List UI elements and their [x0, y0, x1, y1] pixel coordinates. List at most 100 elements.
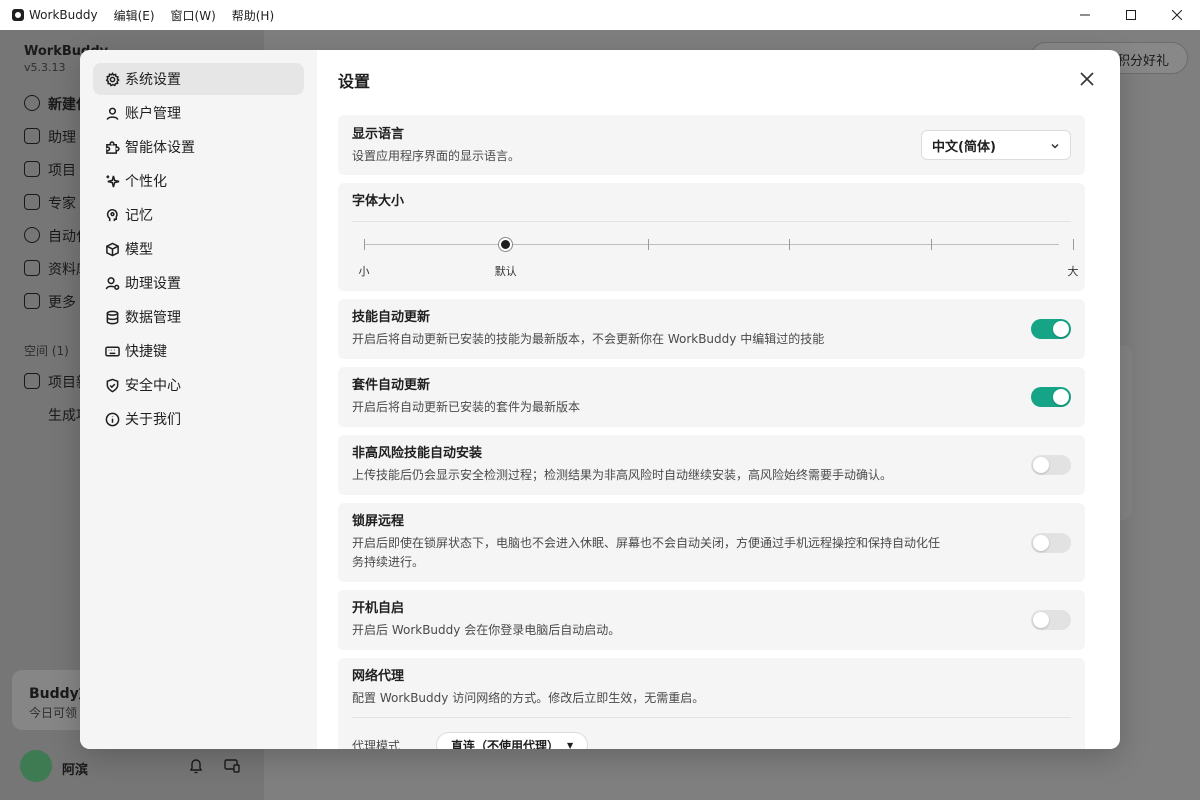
proxy-desc: 配置 WorkBuddy 访问网络的方式。修改后立即生效，无需重启。	[352, 691, 705, 705]
user-icon	[105, 106, 120, 121]
bg-project-item-icon	[24, 373, 40, 389]
nav-label: 账户管理	[125, 106, 181, 122]
toggle-knob	[1033, 457, 1049, 473]
proxy-mode-value: 直连（不使用代理）	[451, 738, 560, 750]
bg-assistant-icon	[24, 128, 40, 144]
nav-label: 关于我们	[125, 412, 181, 428]
slider-knob[interactable]	[499, 238, 513, 251]
bg-promo-desc: 今日可领	[29, 706, 78, 720]
keyboard-icon	[105, 344, 120, 359]
nav-item-assistant[interactable]: 助理设置	[93, 267, 304, 299]
nav-item-agent[interactable]: 智能体设置	[93, 131, 304, 163]
chevron-down-icon	[1050, 140, 1060, 150]
settings-title: 设置	[338, 72, 371, 91]
caret-down-icon: ▼	[567, 740, 574, 750]
skill-update-desc: 开启后将自动更新已安装的技能为最新版本，不会更新你在 WorkBuddy 中编辑…	[352, 332, 825, 346]
settings-nav: 系统设置 账户管理 智能体设置 个性化 记忆 模型 助理设置 数据管理 快捷键 …	[80, 50, 317, 749]
device-icon	[224, 759, 240, 773]
nav-item-model[interactable]: 模型	[93, 233, 304, 265]
nav-label: 助理设置	[125, 276, 181, 292]
close-button[interactable]	[1078, 70, 1096, 88]
auto-install-title: 非高风险技能自动安装	[352, 446, 483, 461]
close-icon	[1080, 72, 1094, 86]
language-select[interactable]: 中文(简体)	[921, 130, 1071, 160]
bg-library-icon	[24, 260, 40, 276]
menu-window[interactable]: 窗口(W)	[171, 7, 216, 24]
nav-item-security[interactable]: 安全中心	[93, 369, 304, 401]
nav-item-personalize[interactable]: 个性化	[93, 165, 304, 197]
auto-start-title: 开机自启	[352, 601, 405, 616]
auto-install-toggle[interactable]	[1031, 455, 1071, 475]
nav-label: 安全中心	[125, 378, 181, 394]
bg-expert-icon	[24, 194, 40, 210]
skill-update-title: 技能自动更新	[352, 310, 431, 325]
menu-edit[interactable]: 编辑(E)	[114, 7, 155, 24]
menu-help[interactable]: 帮助(H)	[232, 7, 274, 24]
slider-label-max: 大	[1067, 265, 1079, 278]
user-avatar	[20, 750, 52, 782]
nav-item-memory[interactable]: 记忆	[93, 199, 304, 231]
user-gear-icon	[105, 276, 120, 291]
proxy-mode-label: 代理模式	[352, 738, 401, 750]
skill-update-toggle[interactable]	[1031, 319, 1071, 339]
slider-label-min: 小	[358, 265, 370, 278]
language-card: 显示语言 设置应用程序界面的显示语言。 中文(简体)	[338, 115, 1085, 175]
proxy-card: 网络代理 配置 WorkBuddy 访问网络的方式。修改后立即生效，无需重启。 …	[338, 658, 1085, 749]
bg-user-name: 阿滨	[62, 763, 89, 778]
bg-project-icon	[24, 161, 40, 177]
language-value: 中文(简体)	[932, 139, 996, 155]
title-bar: WorkBuddy 编辑(E) 窗口(W) 帮助(H)	[0, 0, 1200, 30]
kit-update-toggle[interactable]	[1031, 387, 1071, 407]
slider-track	[364, 244, 1059, 245]
bg-nav-more: 更多	[48, 295, 76, 311]
lock-remote-card: 锁屏远程 开启后即使在锁屏状态下，电脑也不会进入休眠、屏幕也不会自动关闭，方便通…	[338, 503, 1085, 582]
minimize-button[interactable]	[1062, 0, 1108, 30]
nav-item-shortcuts[interactable]: 快捷键	[93, 335, 304, 367]
brain-icon	[105, 208, 120, 223]
bg-points-text: 积分好礼	[1117, 54, 1170, 69]
proxy-mode-select[interactable]: 直连（不使用代理） ▼	[436, 732, 589, 750]
slider-tick	[1073, 239, 1074, 250]
toggle-knob	[1033, 612, 1049, 628]
lock-remote-toggle[interactable]	[1031, 533, 1071, 553]
auto-install-card: 非高风险技能自动安装 上传技能后仍会显示安全检测过程；检测结果为非高风险时自动继…	[338, 435, 1085, 495]
bg-space-label: 空间 (1)	[24, 344, 69, 358]
lock-remote-title: 锁屏远程	[352, 514, 405, 529]
slider-label-default: 默认	[494, 265, 517, 278]
bg-new-task-icon	[24, 95, 40, 111]
bell-icon	[189, 759, 203, 774]
toggle-knob	[1033, 535, 1049, 551]
lock-remote-desc-line1: 开启后即使在锁屏状态下，电脑也不会进入休眠、屏幕也不会自动关闭，方便通过手机远程…	[352, 536, 941, 550]
nav-label: 模型	[125, 242, 153, 258]
sparkle-icon	[105, 174, 120, 189]
nav-label: 智能体设置	[125, 140, 195, 156]
proxy-title: 网络代理	[352, 669, 405, 684]
skill-update-card: 技能自动更新 开启后将自动更新已安装的技能为最新版本，不会更新你在 WorkBu…	[338, 299, 1085, 359]
minimize-icon	[1080, 14, 1090, 16]
auto-start-card: 开机自启 开启后 WorkBuddy 会在你登录电脑后自动启动。	[338, 590, 1085, 650]
nav-item-account[interactable]: 账户管理	[93, 97, 304, 129]
cube-icon	[105, 242, 120, 257]
window-close-button[interactable]	[1154, 0, 1200, 30]
bg-more-icon	[24, 293, 40, 309]
lock-remote-desc: 开启后即使在锁屏状态下，电脑也不会进入休眠、屏幕也不会自动关闭，方便通过手机远程…	[352, 534, 1071, 572]
toggle-knob	[1053, 321, 1069, 337]
settings-content: 设置 显示语言 设置应用程序界面的显示语言。 中文(简体) 字体大小 小 默认 大	[317, 50, 1120, 749]
font-size-slider[interactable]: 小 默认 大	[352, 221, 1079, 289]
font-size-title: 字体大小	[352, 194, 405, 209]
lock-remote-desc-line2: 务持续进行。	[352, 555, 425, 569]
settings-dialog: 系统设置 账户管理 智能体设置 个性化 记忆 模型 助理设置 数据管理 快捷键 …	[80, 50, 1120, 749]
app-name: WorkBuddy	[29, 8, 98, 22]
maximize-button[interactable]	[1108, 0, 1154, 30]
auto-start-desc: 开启后 WorkBuddy 会在你登录电脑后自动启动。	[352, 623, 621, 637]
divider	[352, 717, 1071, 718]
slider-tick	[789, 239, 791, 250]
nav-item-about[interactable]: 关于我们	[93, 403, 304, 435]
auto-start-toggle[interactable]	[1031, 610, 1071, 630]
database-icon	[105, 310, 120, 325]
bg-nav-project: 项目	[48, 163, 76, 179]
nav-item-system[interactable]: 系统设置	[93, 63, 304, 95]
slider-tick	[647, 239, 649, 250]
nav-item-data[interactable]: 数据管理	[93, 301, 304, 333]
toggle-knob	[1053, 389, 1069, 405]
